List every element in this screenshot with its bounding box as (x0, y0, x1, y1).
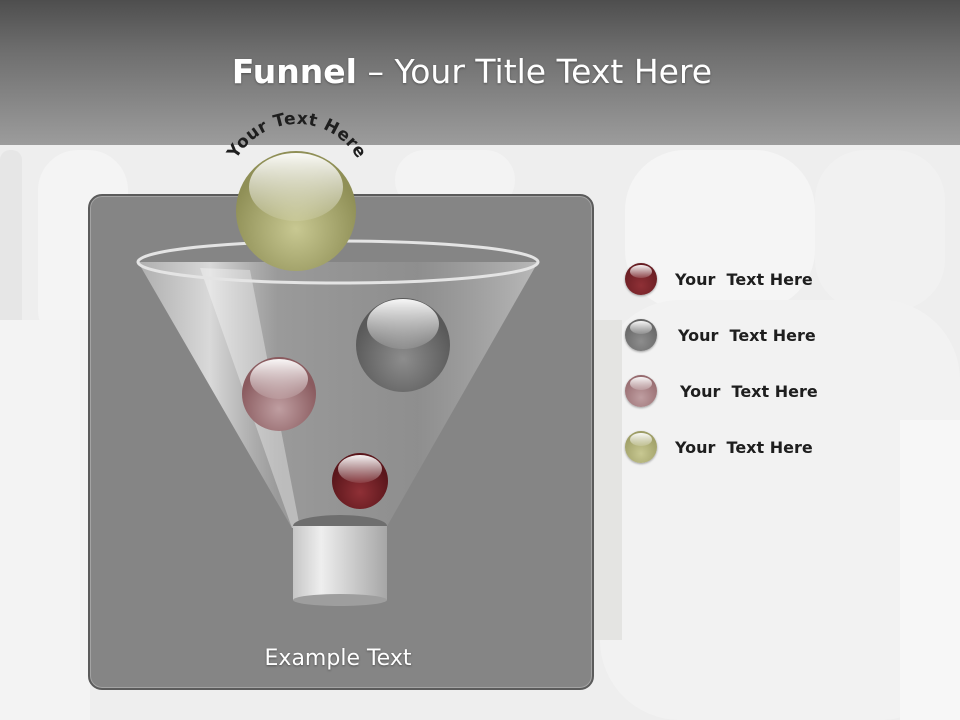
rose-ball-icon (242, 357, 316, 431)
legend-item: Your Text Here (625, 261, 813, 297)
olive-ball-icon (625, 431, 657, 463)
legend-label: Your Text Here (678, 325, 816, 345)
legend-item: Your Text Here (625, 429, 813, 465)
olive-ball-icon (236, 151, 356, 271)
legend-item: Your Text Here (625, 373, 818, 409)
dark-red-ball-icon (625, 263, 657, 295)
gray-ball-icon (356, 298, 450, 392)
dark-red-ball-icon (332, 453, 388, 509)
funnel-spout (293, 526, 387, 600)
rose-ball-icon (625, 375, 657, 407)
funnel-diagram: Your Text Here (136, 109, 540, 606)
example-text: Example Text (264, 646, 412, 671)
legend-item: Your Text Here (625, 317, 816, 353)
legend-label: Your Text Here (680, 381, 818, 401)
spout-bottom (293, 594, 387, 606)
gray-ball-icon (625, 319, 657, 351)
legend-label: Your Text Here (675, 437, 813, 457)
legend-label: Your Text Here (675, 269, 813, 289)
